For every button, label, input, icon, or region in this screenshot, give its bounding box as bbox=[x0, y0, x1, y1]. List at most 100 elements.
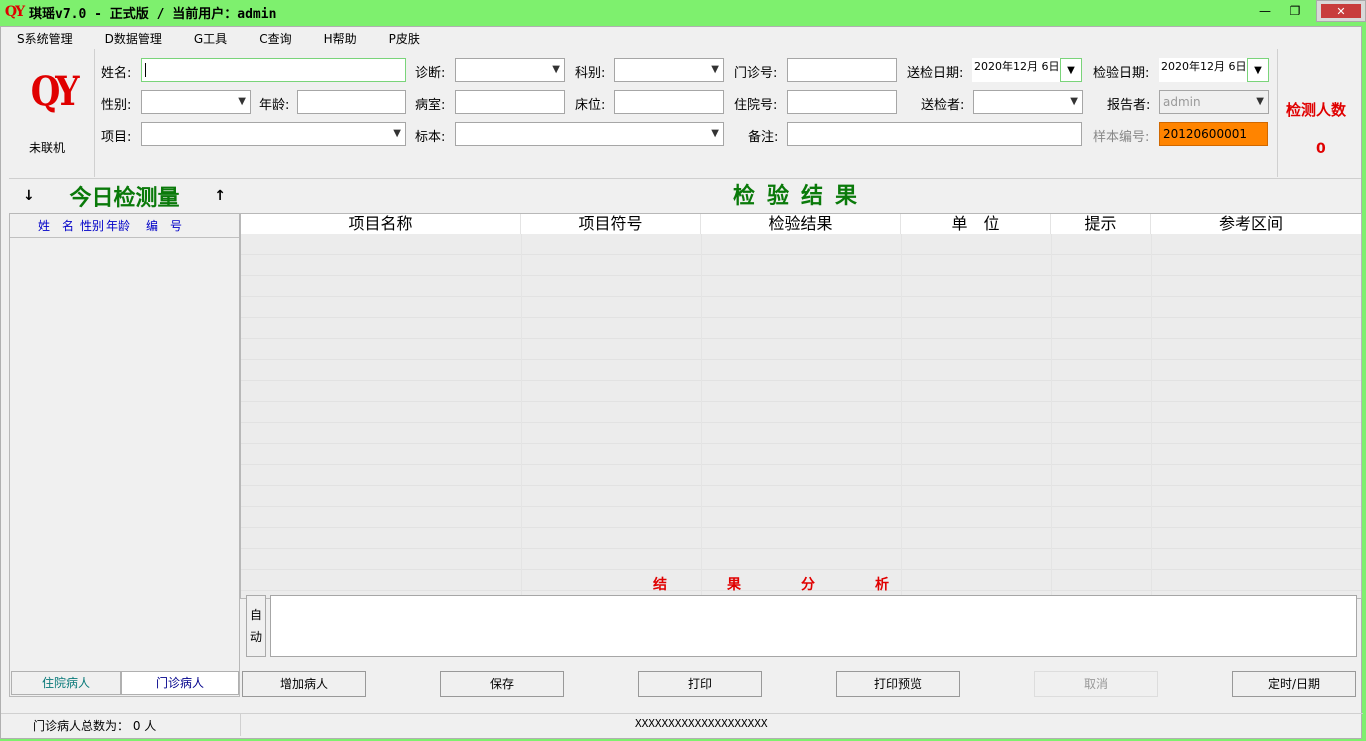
menu-skin[interactable]: P皮肤 bbox=[389, 30, 420, 47]
sample-no-label: 样本编号: bbox=[1093, 130, 1150, 145]
results-grid[interactable]: 项目名称 项目符号 检验结果 单 位 提示 参考区间 bbox=[240, 213, 1362, 599]
chevron-down-icon: ▼ bbox=[711, 64, 719, 75]
send-date-input[interactable]: 2020年12月 6日 bbox=[972, 58, 1060, 82]
age-label: 年龄: bbox=[259, 98, 290, 113]
age-input[interactable] bbox=[297, 90, 406, 114]
remark-input[interactable] bbox=[787, 122, 1082, 146]
status-center-text: XXXXXXXXXXXXXXXXXXXX bbox=[635, 717, 768, 730]
inpatient-no-input[interactable] bbox=[787, 90, 897, 114]
test-date-input[interactable]: 2020年12月 6日 bbox=[1159, 58, 1247, 82]
cancel-button: 取消 bbox=[1034, 671, 1158, 697]
bed-input[interactable] bbox=[614, 90, 724, 114]
sample-no-input[interactable]: 20120600001 bbox=[1159, 122, 1268, 146]
grid-divider bbox=[1051, 234, 1052, 598]
diagnosis-label: 诊断: bbox=[415, 66, 446, 81]
results-grid-body bbox=[241, 234, 1361, 598]
save-button[interactable]: 保存 bbox=[440, 671, 564, 697]
window-title: 琪瑶v7.0 - 正式版 / 当前用户：admin bbox=[29, 6, 277, 22]
minimize-icon[interactable]: — bbox=[1250, 0, 1280, 22]
col-reference: 参考区间 bbox=[1218, 214, 1283, 233]
results-grid-header: 项目名称 项目符号 检验结果 单 位 提示 参考区间 bbox=[241, 214, 1361, 234]
specimen-select[interactable]: ▼ bbox=[455, 122, 724, 146]
ward-label: 病室: bbox=[415, 98, 446, 113]
close-icon: ✕ bbox=[1321, 4, 1361, 18]
col-item-code: 项目符号 bbox=[521, 214, 701, 234]
col-number: 编 号 bbox=[146, 219, 183, 233]
name-label: 姓名: bbox=[101, 66, 132, 81]
test-count-box: 检测人数 0 bbox=[1277, 49, 1361, 177]
today-list-panel: ↓ 今日检测量 ↑ 姓 名 性别 年龄 编 号 bbox=[9, 179, 240, 697]
sort-down-icon[interactable]: ↓ bbox=[23, 188, 35, 204]
app-logo-icon: QY bbox=[4, 4, 25, 20]
menu-query[interactable]: C查询 bbox=[259, 30, 291, 47]
tab-outpatient[interactable]: 门诊病人 bbox=[121, 671, 239, 695]
outpatient-total: 门诊病人总数为： 0 人 bbox=[33, 719, 157, 733]
chevron-down-icon: ▼ bbox=[1067, 64, 1075, 76]
chevron-down-icon: ▼ bbox=[393, 128, 401, 139]
chevron-down-icon: ▼ bbox=[1256, 96, 1264, 107]
col-age: 年龄 bbox=[106, 219, 131, 233]
gender-select[interactable]: ▼ bbox=[141, 90, 251, 114]
analysis-textarea[interactable] bbox=[270, 595, 1357, 657]
col-gender: 性别 bbox=[80, 219, 105, 233]
auto-button[interactable]: 自动 bbox=[246, 595, 266, 657]
window-controls: — ❐ ✕ bbox=[1250, 0, 1366, 24]
patient-form: QY 未联机 姓名: 诊断: ▼ 科别: ▼ 门诊号: 送检日期: 2020年1… bbox=[9, 49, 1361, 179]
bed-label: 床位: bbox=[575, 98, 606, 113]
sender-select[interactable]: ▼ bbox=[973, 90, 1083, 114]
diagnosis-select[interactable]: ▼ bbox=[455, 58, 565, 82]
today-list-header: ↓ 今日检测量 ↑ bbox=[9, 179, 240, 213]
specimen-label: 标本: bbox=[415, 130, 446, 145]
analysis-title: 结果分析 bbox=[653, 577, 949, 593]
name-input[interactable] bbox=[141, 58, 406, 82]
connection-status: 未联机 bbox=[29, 141, 66, 155]
department-label: 科别: bbox=[575, 66, 606, 81]
results-title: 检验结果 bbox=[732, 183, 869, 209]
menu-tools[interactable]: G工具 bbox=[194, 30, 227, 47]
reporter-select: admin ▼ bbox=[1159, 90, 1269, 114]
chevron-down-icon: ▼ bbox=[1254, 64, 1262, 76]
patient-list[interactable]: 姓 名 性别 年龄 编 号 bbox=[9, 213, 240, 697]
test-count-label: 检测人数 bbox=[1286, 101, 1347, 119]
print-preview-button[interactable]: 打印预览 bbox=[836, 671, 960, 697]
menu-system[interactable]: S系统管理 bbox=[17, 30, 73, 47]
title-bar: QY 琪瑶v7.0 - 正式版 / 当前用户：admin — ❐ ✕ bbox=[0, 0, 1366, 24]
chevron-down-icon: ▼ bbox=[552, 64, 560, 75]
patient-list-header: 姓 名 性别 年龄 编 号 bbox=[10, 214, 239, 238]
remark-label: 备注: bbox=[748, 130, 779, 145]
item-select[interactable]: ▼ bbox=[141, 122, 406, 146]
ward-input[interactable] bbox=[455, 90, 565, 114]
logo-box: QY 未联机 bbox=[9, 49, 95, 177]
qy-logo: QY bbox=[30, 68, 80, 115]
test-date-dropdown[interactable]: ▼ bbox=[1247, 58, 1269, 82]
menu-data[interactable]: D数据管理 bbox=[105, 30, 162, 47]
print-button[interactable]: 打印 bbox=[638, 671, 762, 697]
results-panel: 检验结果 项目名称 项目符号 检验结果 单 位 提示 参考区间 bbox=[240, 179, 1362, 599]
restore-icon[interactable]: ❐ bbox=[1280, 0, 1310, 22]
today-list-title: 今日检测量 bbox=[69, 185, 180, 211]
chevron-down-icon: ▼ bbox=[238, 96, 246, 107]
item-label: 项目: bbox=[101, 130, 132, 145]
tab-inpatient[interactable]: 住院病人 bbox=[11, 671, 121, 695]
text-caret bbox=[145, 63, 146, 77]
menu-bar: S系统管理 D数据管理 G工具 C查询 H帮助 P皮肤 bbox=[1, 27, 1361, 49]
timer-date-button[interactable]: 定时/日期 bbox=[1232, 671, 1356, 697]
menu-help[interactable]: H帮助 bbox=[324, 30, 357, 47]
test-date-label: 检验日期: bbox=[1093, 66, 1150, 81]
sort-up-icon[interactable]: ↑ bbox=[214, 188, 226, 204]
status-divider bbox=[240, 714, 241, 736]
close-button[interactable]: ✕ bbox=[1316, 0, 1366, 22]
send-date-label: 送检日期: bbox=[907, 66, 964, 81]
department-select[interactable]: ▼ bbox=[614, 58, 724, 82]
outpatient-no-input[interactable] bbox=[787, 58, 897, 82]
send-date-dropdown[interactable]: ▼ bbox=[1060, 58, 1082, 82]
grid-divider bbox=[1151, 234, 1152, 598]
inpatient-no-label: 住院号: bbox=[734, 98, 778, 113]
status-bar: 门诊病人总数为： 0 人 XXXXXXXXXXXXXXXXXXXX bbox=[1, 713, 1363, 736]
add-patient-button[interactable]: 增加病人 bbox=[242, 671, 366, 697]
col-result: 检验结果 bbox=[701, 214, 901, 234]
main-window: S系统管理 D数据管理 G工具 C查询 H帮助 P皮肤 QY 未联机 姓名: 诊… bbox=[0, 26, 1363, 739]
outpatient-no-label: 门诊号: bbox=[734, 66, 778, 81]
reporter-label: 报告者: bbox=[1107, 98, 1151, 113]
col-hint: 提示 bbox=[1051, 214, 1151, 234]
